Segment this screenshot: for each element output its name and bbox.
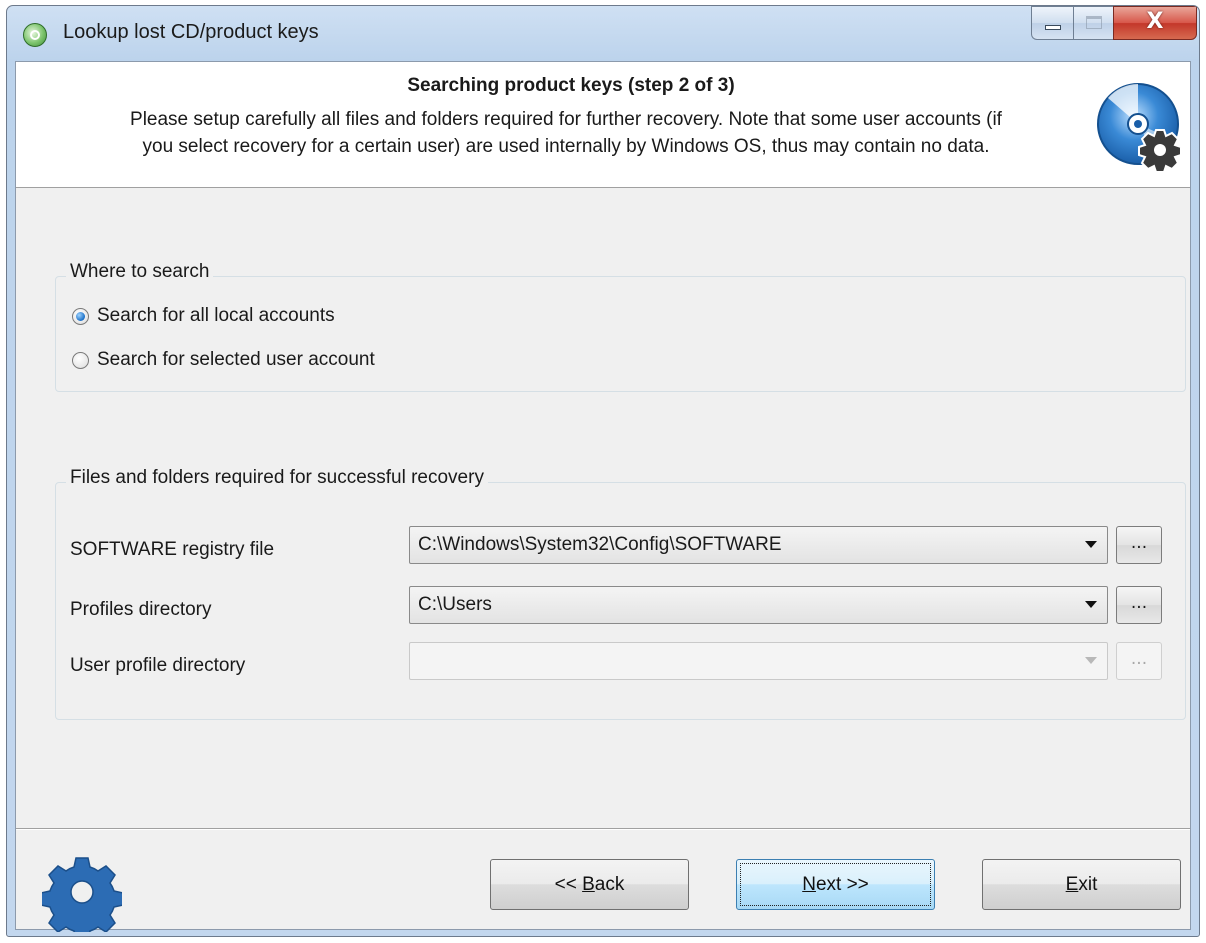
exit-rest: xit xyxy=(1078,874,1098,895)
browse-software-button[interactable]: ... xyxy=(1116,526,1162,564)
chevron-down-icon xyxy=(1085,657,1097,664)
radio-selected-user-account[interactable]: Search for selected user account xyxy=(72,349,375,371)
user-profile-directory-combo xyxy=(409,642,1108,680)
window-title: Lookup lost CD/product keys xyxy=(63,21,319,43)
caption-buttons: X xyxy=(1031,6,1197,42)
maximize-button xyxy=(1073,6,1113,40)
minimize-button[interactable] xyxy=(1031,6,1073,40)
exit-button[interactable]: Exit xyxy=(982,859,1181,910)
combo-value: C:\Windows\System32\Config\SOFTWARE xyxy=(418,534,782,555)
files-folders-label: Files and folders required for successfu… xyxy=(66,467,488,489)
profiles-directory-combo[interactable]: C:\Users xyxy=(409,586,1108,624)
chevron-down-icon[interactable] xyxy=(1085,601,1097,608)
description-line-1: Please setup carefully all files and fol… xyxy=(130,109,1002,130)
back-button[interactable]: << Back xyxy=(490,859,689,910)
close-icon: X xyxy=(1146,9,1164,34)
radio-all-local-accounts[interactable]: Search for all local accounts xyxy=(72,305,335,327)
profiles-directory-label: Profiles directory xyxy=(70,599,212,620)
page-description: Please setup carefully all files and fol… xyxy=(46,106,1086,160)
app-icon xyxy=(23,23,47,47)
radio-unselected-icon[interactable] xyxy=(72,351,89,369)
software-registry-label: SOFTWARE registry file xyxy=(70,539,275,560)
title-bar[interactable]: Lookup lost CD/product keys X xyxy=(7,6,1199,61)
radio-selected-icon[interactable] xyxy=(72,307,89,325)
maximize-icon xyxy=(1086,16,1102,29)
back-prefix: << xyxy=(554,874,583,895)
browse-user-profile-button: ... xyxy=(1116,642,1162,680)
software-registry-combo[interactable]: C:\Windows\System32\Config\SOFTWARE xyxy=(409,526,1108,564)
user-profile-directory-label: User profile directory xyxy=(70,655,246,676)
exit-accel: E xyxy=(1065,874,1079,895)
page-title: Searching product keys (step 2 of 3) xyxy=(407,75,735,96)
radio-label: Search for selected user account xyxy=(97,349,375,370)
next-accel: N xyxy=(802,874,816,895)
chevron-down-icon[interactable] xyxy=(1085,541,1097,548)
browse-profiles-button[interactable]: ... xyxy=(1116,586,1162,624)
app-window: Lookup lost CD/product keys X Searching … xyxy=(6,5,1200,937)
combo-value: C:\Users xyxy=(418,594,492,615)
back-rest: ack xyxy=(594,874,625,895)
footer-divider xyxy=(16,828,1190,830)
where-to-search-label: Where to search xyxy=(66,261,214,283)
dialog-client: Searching product keys (step 2 of 3) Ple… xyxy=(15,61,1191,932)
gear-icon xyxy=(42,857,122,932)
next-rest: ext >> xyxy=(815,874,869,895)
disc-gear-icon xyxy=(1097,83,1182,173)
radio-label: Search for all local accounts xyxy=(97,305,335,326)
back-accel: B xyxy=(582,874,595,895)
next-button[interactable]: Next >> xyxy=(736,859,935,910)
header-panel: Searching product keys (step 2 of 3) Ple… xyxy=(16,62,1190,188)
where-to-search-group xyxy=(55,276,1186,392)
close-button[interactable]: X xyxy=(1113,6,1197,40)
minimize-icon xyxy=(1045,25,1061,30)
description-line-2: you select recovery for a certain user) … xyxy=(142,136,990,157)
